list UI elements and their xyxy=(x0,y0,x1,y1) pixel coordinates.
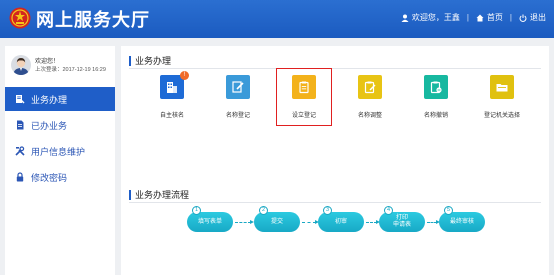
tile-label: 登记机关选择 xyxy=(483,113,520,119)
sidebar-item-label: 业务办理 xyxy=(31,94,68,105)
clipboard-cancel-icon xyxy=(424,75,448,99)
tile-label: 设立登记 xyxy=(291,113,316,119)
sidebar-welcome: 欢迎您！ xyxy=(35,59,60,65)
logout-link[interactable]: 退出 xyxy=(519,12,546,23)
user-icon xyxy=(401,14,409,22)
folder-icon xyxy=(490,75,514,99)
pen-edit-icon xyxy=(226,75,250,99)
home-link[interactable]: 首页 xyxy=(476,12,503,23)
tile-name-adjustment[interactable]: 名称调整 xyxy=(339,73,401,125)
header-bar: 网上服务大厅 欢迎您，王鑫 | 首页 | 退出 xyxy=(0,0,554,38)
section-divider xyxy=(129,68,541,69)
tile-establish-registration[interactable]: 设立登记 xyxy=(273,73,335,125)
site-title: 网上服务大厅 xyxy=(36,10,150,30)
top-nav: 欢迎您，王鑫 | 首页 | 退出 xyxy=(401,12,546,23)
nav-separator: | xyxy=(466,13,469,22)
logout-label: 退出 xyxy=(530,13,546,22)
notification-badge: ! xyxy=(180,71,189,80)
lock-icon xyxy=(16,172,24,182)
nav-separator: | xyxy=(509,13,512,22)
tile-label: 名称调整 xyxy=(357,113,382,119)
sidebar-item-label: 修改密码 xyxy=(31,172,68,183)
document-icon xyxy=(17,120,24,130)
step-number: 4 xyxy=(384,206,393,215)
step-number: 5 xyxy=(444,206,453,215)
clipboard-edit-icon xyxy=(358,75,382,99)
tile-label: 自主核名 xyxy=(159,113,184,119)
tile-name-check[interactable]: ! 自主核名 xyxy=(141,71,203,125)
sidebar-item-label: 已办业务 xyxy=(31,120,68,131)
step-number: 1 xyxy=(192,206,201,215)
flow-arrow xyxy=(235,222,251,223)
tile-label: 名称登记 xyxy=(225,113,250,119)
step-number: 3 xyxy=(323,206,332,215)
process-step-submit: 提交 xyxy=(254,212,300,232)
process-step-final-review: 最终审核 xyxy=(439,212,485,232)
step-number: 2 xyxy=(259,206,268,215)
sidebar: 欢迎您！ 上次登录：2017-12-19 16:29 业务办理 已办业务 用户信… xyxy=(5,46,115,275)
welcome-text: 欢迎您，王鑫 xyxy=(411,13,460,22)
section-title-process: 业务办理流程 xyxy=(129,188,189,201)
tile-registration-authority[interactable]: 登记机关选择 xyxy=(471,73,533,125)
section-divider xyxy=(129,202,541,203)
sidebar-item-user-info[interactable]: 用户信息维护 xyxy=(5,139,115,163)
sidebar-item-business[interactable]: 业务办理 xyxy=(5,87,115,111)
tile-name-revocation[interactable]: 名称撤销 xyxy=(405,73,467,125)
clipboard-icon xyxy=(292,75,316,99)
home-label: 首页 xyxy=(486,13,503,22)
user-welcome[interactable]: 欢迎您，王鑫 xyxy=(401,12,460,23)
user-info: 欢迎您！ 上次登录：2017-12-19 16:29 xyxy=(5,46,115,79)
avatar-person-icon xyxy=(13,58,29,75)
avatar xyxy=(11,55,31,75)
sidebar-item-label: 用户信息维护 xyxy=(31,146,86,157)
home-icon xyxy=(476,14,484,21)
sidebar-item-password[interactable]: 修改密码 xyxy=(5,165,115,189)
business-icon xyxy=(16,95,25,104)
main-panel: 业务办理 ! 自主核名 名称登记 设立登记 名称调整 名称撤销 登记机关选择 业… xyxy=(121,46,549,275)
flow-arrow xyxy=(302,222,316,223)
process-step-print-application: 打印 申请表 xyxy=(379,212,425,232)
process-step-fill-form: 填写表单 xyxy=(187,212,233,232)
last-login: 上次登录：2017-12-19 16:29 xyxy=(35,67,106,73)
section-title-business: 业务办理 xyxy=(129,54,171,67)
tools-icon xyxy=(15,146,25,156)
process-step-preliminary-review: 初审 xyxy=(318,212,364,232)
power-icon xyxy=(519,14,527,22)
sidebar-item-completed[interactable]: 已办业务 xyxy=(5,113,115,137)
sidebar-menu: 业务办理 已办业务 用户信息维护 修改密码 xyxy=(5,87,115,191)
national-emblem-icon xyxy=(9,7,31,29)
tile-name-registration[interactable]: 名称登记 xyxy=(207,73,269,125)
tile-label: 名称撤销 xyxy=(423,113,448,119)
